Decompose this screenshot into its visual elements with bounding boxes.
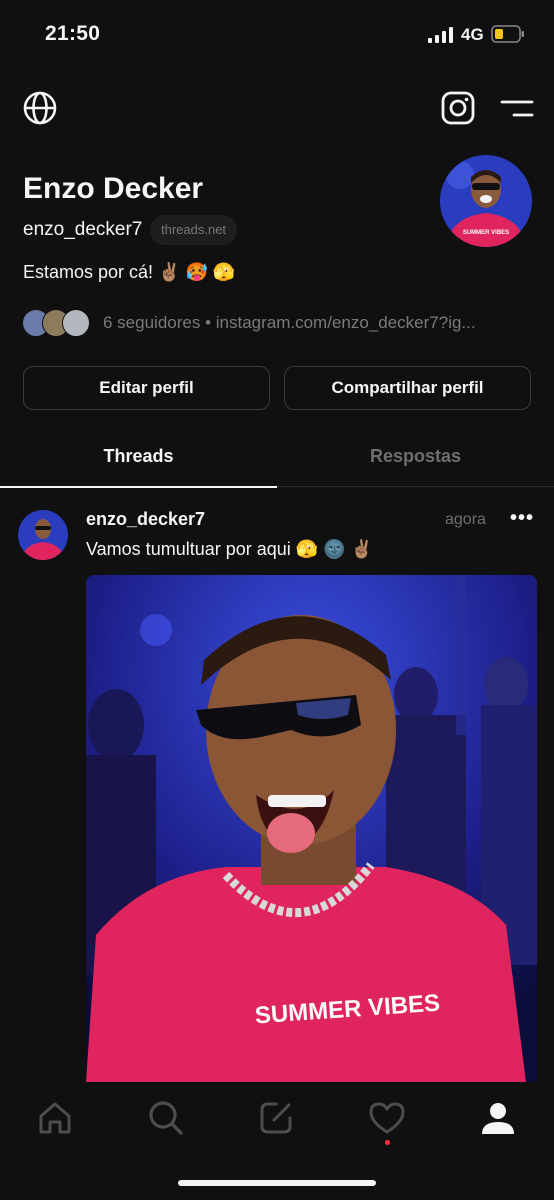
profile-handle: enzo_decker7 (23, 219, 143, 240)
instagram-icon[interactable] (440, 90, 476, 126)
home-icon[interactable] (35, 1098, 75, 1138)
heart-icon[interactable] (367, 1098, 407, 1138)
active-tab-indicator (0, 486, 277, 488)
followers-link[interactable]: 6 seguidores • instagram.com/enzo_decker… (103, 313, 476, 333)
post-timestamp: agora (445, 511, 486, 528)
profile-bio: Estamos por cá! ✌🏽 🥵 🫣 (23, 262, 236, 282)
threads-domain-badge[interactable]: threads.net (150, 215, 238, 245)
search-icon[interactable] (146, 1098, 186, 1138)
share-profile-button[interactable]: Compartilhar perfil (284, 366, 531, 410)
profile-icon[interactable] (478, 1098, 518, 1138)
battery-icon (491, 25, 524, 43)
notification-dot (385, 1140, 390, 1145)
signal-icon (428, 27, 453, 43)
post-image[interactable]: SUMMER VIBES (86, 575, 537, 1082)
tab-replies[interactable]: Respostas (277, 446, 554, 467)
post-avatar[interactable] (18, 510, 68, 560)
tab-threads[interactable]: Threads (0, 446, 277, 467)
more-options-icon[interactable]: ••• (510, 507, 534, 530)
post-text: Vamos tumultuar por aqui 🫣 🌚 ✌🏽 (86, 539, 374, 559)
home-indicator[interactable] (178, 1180, 376, 1186)
post-username[interactable]: enzo_decker7 (86, 509, 205, 530)
globe-icon[interactable] (22, 90, 58, 126)
profile-avatar[interactable]: SUMMER VIBES (440, 155, 532, 247)
compose-icon[interactable] (256, 1098, 296, 1138)
network-label: 4G (461, 25, 484, 44)
follower-avatar (62, 309, 90, 337)
avatar-shirt-text: SUMMER VIBES (463, 230, 509, 236)
menu-icon[interactable] (500, 97, 534, 121)
follower-avatars[interactable] (22, 309, 92, 337)
edit-profile-button[interactable]: Editar perfil (23, 366, 270, 410)
profile-name: Enzo Decker (23, 172, 204, 205)
status-time: 21:50 (45, 22, 101, 45)
